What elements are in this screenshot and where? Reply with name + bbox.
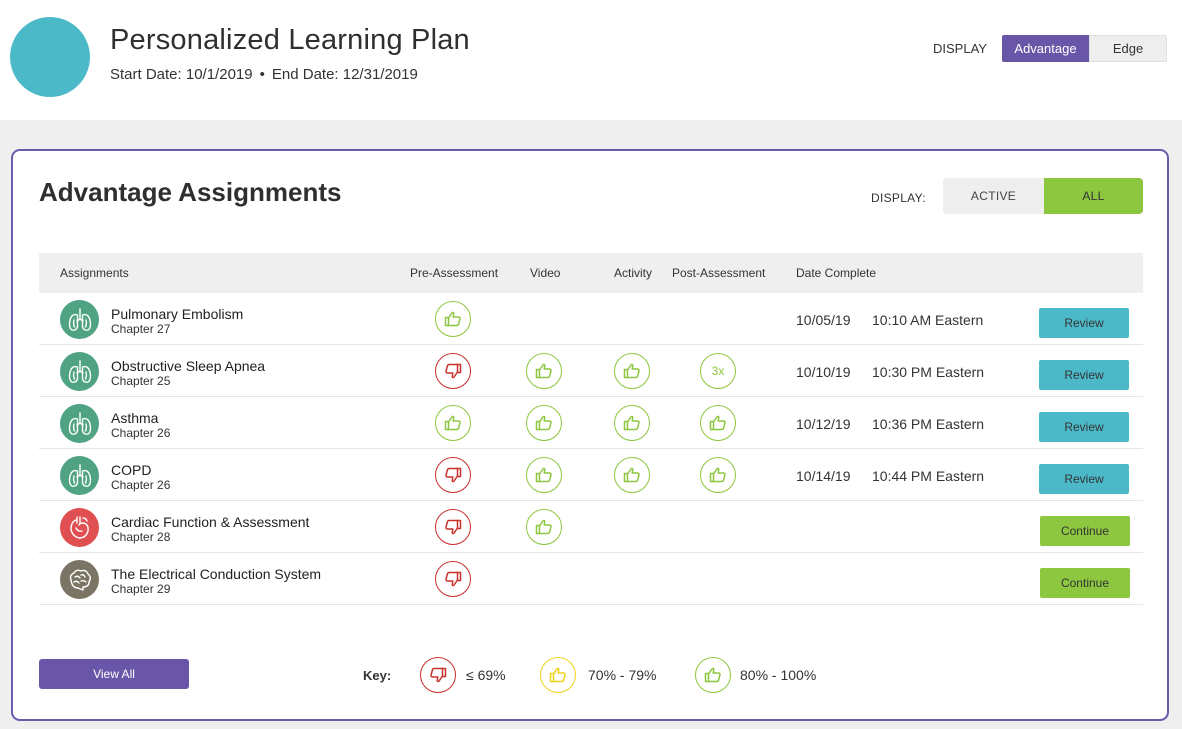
date-complete: 10/05/19 (796, 312, 851, 328)
review-button[interactable]: Review (1039, 464, 1129, 494)
key-range-label: ≤ 69% (466, 667, 506, 683)
review-button[interactable]: Review (1039, 308, 1129, 338)
table-row: Pulmonary Embolism Chapter 27 10/05/19 10:1… (39, 293, 1143, 345)
lungs-icon (60, 352, 99, 391)
table-header: Assignments Pre-Assessment Video Activit… (39, 253, 1143, 293)
column-video: Video (530, 266, 561, 280)
table-row: Cardiac Function & Assessment Chapter 28 C… (39, 501, 1143, 553)
pre-assessment-thumbs-down-icon (435, 353, 471, 389)
card-title: Advantage Assignments (39, 177, 342, 207)
lungs-icon (60, 456, 99, 495)
view-all-button[interactable]: View All (39, 659, 189, 689)
video-thumbs-up-icon (526, 353, 562, 389)
pre-assessment-thumbs-up-icon (435, 405, 471, 441)
post-assessment-attempts-badge: 3x (700, 353, 736, 389)
activity-thumbs-up-icon (614, 457, 650, 493)
table-row: The Electrical Conduction System Chapter … (39, 553, 1143, 605)
assignment-chapter: Chapter 25 (111, 374, 171, 388)
filter-active-button[interactable]: ACTIVE (943, 178, 1044, 214)
key-range-label: 70% - 79% (588, 667, 657, 683)
post-assessment-thumbs-up-icon (700, 457, 736, 493)
start-date: Start Date: 10/1/2019 (110, 66, 253, 83)
assignment-name[interactable]: The Electrical Conduction System (111, 566, 321, 582)
end-date: End Date: 12/31/2019 (271, 66, 418, 83)
display-toggle: Advantage Edge (1002, 35, 1167, 62)
lungs-icon (60, 300, 99, 339)
column-assignments: Assignments (60, 266, 129, 280)
video-thumbs-up-icon (526, 509, 562, 545)
assignment-name[interactable]: Cardiac Function & Assessment (111, 514, 309, 530)
page-header: Personalized Learning Plan Start Date: 1… (0, 0, 1182, 120)
key-range-label: 80% - 100% (740, 667, 817, 683)
display-advantage-button[interactable]: Advantage (1002, 35, 1089, 62)
table-row: COPD Chapter 26 10/14/19 10:44 PM Eastern Re… (39, 449, 1143, 501)
page-title: Personalized Learning Plan (110, 24, 470, 56)
table-row: Asthma Chapter 26 10/12/19 10:36 PM Eastern… (39, 397, 1143, 449)
plan-dates: Start Date: 10/1/2019 • End Date: 12/31/20… (110, 66, 418, 83)
assignment-name[interactable]: Obstructive Sleep Apnea (111, 358, 265, 374)
date-separator: • (259, 66, 265, 83)
table-row: Obstructive Sleep Apnea Chapter 25 3x 10/10… (39, 345, 1143, 397)
post-assessment-thumbs-up-icon (700, 405, 736, 441)
assignment-chapter: Chapter 28 (111, 530, 171, 544)
lungs-icon (60, 404, 99, 443)
assignment-chapter: Chapter 29 (111, 582, 171, 596)
time-complete: 10:36 PM Eastern (872, 416, 985, 432)
review-button[interactable]: Review (1039, 412, 1129, 442)
heart-icon (60, 508, 99, 547)
assignment-name[interactable]: COPD (111, 462, 151, 478)
filter-label: DISPLAY: (871, 191, 926, 205)
key-label: Key: (363, 668, 392, 683)
attempts-count: 3x (711, 364, 725, 378)
thumbs-down-icon (420, 657, 456, 693)
filter-toggle: ACTIVE ALL (943, 178, 1143, 214)
thumbs-up-icon (540, 657, 576, 693)
time-complete: 10:44 PM Eastern (872, 468, 985, 484)
continue-button[interactable]: Continue (1040, 516, 1130, 546)
continue-button[interactable]: Continue (1040, 568, 1130, 598)
avatar[interactable] (10, 17, 90, 97)
review-button[interactable]: Review (1039, 360, 1129, 390)
column-pre-assessment: Pre-Assessment (410, 266, 499, 280)
assignment-name[interactable]: Asthma (111, 410, 158, 426)
assignment-chapter: Chapter 27 (111, 322, 171, 336)
time-complete: 10:10 AM Eastern (872, 312, 984, 328)
activity-thumbs-up-icon (614, 353, 650, 389)
assignment-name[interactable]: Pulmonary Embolism (111, 306, 243, 322)
display-edge-button[interactable]: Edge (1089, 35, 1167, 62)
column-activity: Activity (614, 266, 653, 280)
date-complete: 10/12/19 (796, 416, 851, 432)
display-label: DISPLAY (933, 41, 987, 56)
pre-assessment-thumbs-down-icon (435, 457, 471, 493)
filter-all-button[interactable]: ALL (1044, 178, 1143, 214)
time-complete: 10:30 PM Eastern (872, 364, 985, 380)
date-complete: 10/14/19 (796, 468, 851, 484)
video-thumbs-up-icon (526, 405, 562, 441)
thumbs-up-icon (695, 657, 731, 693)
assignments-card: Advantage Assignments DISPLAY: ACTIVE AL… (11, 149, 1169, 721)
pre-assessment-thumbs-down-icon (435, 509, 471, 545)
pre-assessment-thumbs-down-icon (435, 561, 471, 597)
column-date-complete: Date Complete (796, 266, 877, 280)
column-post-assessment: Post-Assessment (672, 266, 766, 280)
date-complete: 10/10/19 (796, 364, 851, 380)
brain-icon (60, 560, 99, 599)
activity-thumbs-up-icon (614, 405, 650, 441)
assignment-chapter: Chapter 26 (111, 478, 171, 492)
pre-assessment-thumbs-up-icon (435, 301, 471, 337)
video-thumbs-up-icon (526, 457, 562, 493)
assignment-chapter: Chapter 26 (111, 426, 171, 440)
